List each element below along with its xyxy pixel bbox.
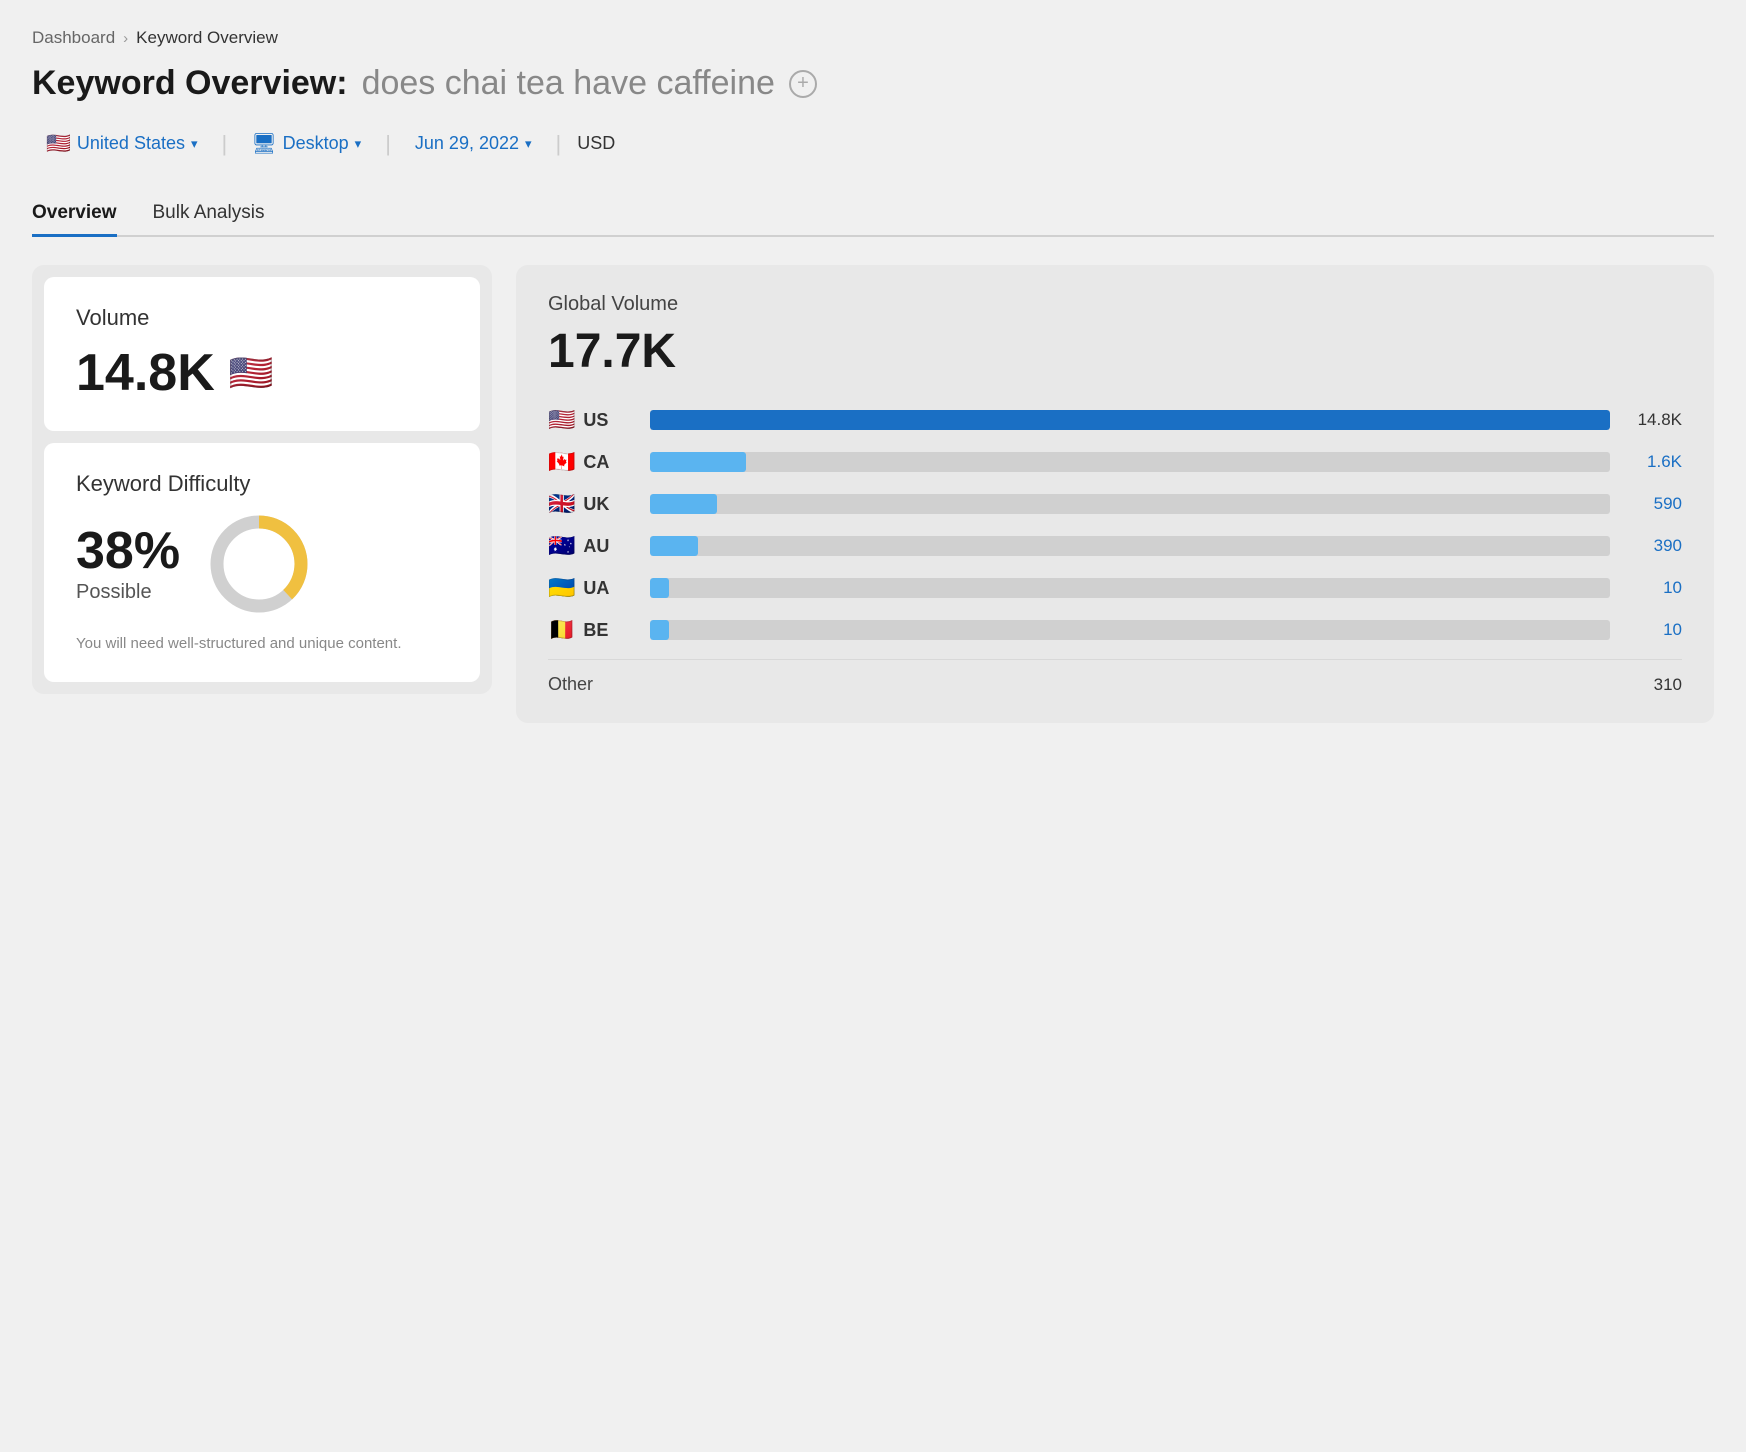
- page-title: Keyword Overview: does chai tea have caf…: [32, 64, 1714, 103]
- keyword-difficulty-card: Keyword Difficulty 38% Possible: [44, 443, 480, 682]
- bar-track-au: [650, 536, 1610, 556]
- breadcrumb-home[interactable]: Dashboard: [32, 28, 115, 48]
- tabs-bar: Overview Bulk Analysis: [32, 192, 1714, 237]
- country-cell-ca: 🇨🇦 CA: [548, 449, 638, 475]
- bar-value-be: 10: [1622, 620, 1682, 640]
- bar-row-us: 🇺🇸 US 14.8K: [548, 407, 1682, 433]
- country-filter-button[interactable]: 🇺🇸 United States ▾: [32, 123, 212, 164]
- main-content: Volume 14.8K 🇺🇸 Keyword Difficulty 38% P…: [32, 265, 1714, 723]
- left-column: Volume 14.8K 🇺🇸 Keyword Difficulty 38% P…: [32, 265, 492, 694]
- page-title-prefix: Keyword Overview:: [32, 64, 348, 103]
- code-ca: CA: [583, 452, 609, 473]
- kd-left: 38% Possible: [76, 525, 180, 604]
- date-filter-button[interactable]: Jun 29, 2022 ▾: [401, 125, 546, 162]
- bar-track-be: [650, 620, 1610, 640]
- other-label: Other: [548, 674, 638, 695]
- country-chevron: ▾: [191, 136, 198, 152]
- country-label: United States: [77, 133, 185, 154]
- global-volume-label: Global Volume: [548, 293, 1682, 316]
- device-chevron: ▾: [355, 136, 362, 152]
- volume-value-row: 14.8K 🇺🇸: [76, 343, 448, 403]
- bar-track-ca: [650, 452, 1610, 472]
- bar-track-ua: [650, 578, 1610, 598]
- bar-fill-ca: [650, 452, 746, 472]
- country-cell-ua: 🇺🇦 UA: [548, 575, 638, 601]
- flag-be: 🇧🇪: [548, 617, 575, 643]
- flag-uk: 🇬🇧: [548, 491, 575, 517]
- country-flag: 🇺🇸: [46, 131, 71, 156]
- bar-value-us: 14.8K: [1622, 410, 1682, 430]
- page-title-keyword: does chai tea have caffeine: [362, 64, 775, 103]
- volume-card: Volume 14.8K 🇺🇸: [44, 277, 480, 431]
- donut-svg: [204, 509, 314, 619]
- breadcrumb-current: Keyword Overview: [136, 28, 278, 48]
- add-keyword-icon[interactable]: +: [789, 70, 817, 98]
- code-uk: UK: [583, 494, 609, 515]
- flag-ca: 🇨🇦: [548, 449, 575, 475]
- flag-ua: 🇺🇦: [548, 575, 575, 601]
- bar-fill-be: [650, 620, 669, 640]
- country-bars: 🇺🇸 US 14.8K 🇨🇦 CA 1.6K: [548, 407, 1682, 695]
- flag-au: 🇦🇺: [548, 533, 575, 559]
- kd-label: Keyword Difficulty: [76, 471, 448, 497]
- kd-status: Possible: [76, 581, 180, 604]
- bar-fill-us: [650, 410, 1610, 430]
- filter-divider-3: |: [556, 131, 562, 157]
- bar-fill-ua: [650, 578, 669, 598]
- bar-value-au: 390: [1622, 536, 1682, 556]
- bar-row-au: 🇦🇺 AU 390: [548, 533, 1682, 559]
- bar-value-uk: 590: [1622, 494, 1682, 514]
- device-icon: 🖥: [251, 131, 276, 156]
- filter-divider-2: |: [385, 131, 391, 157]
- global-volume-value: 17.7K: [548, 324, 1682, 379]
- other-value: 310: [1622, 675, 1682, 695]
- code-ua: UA: [583, 578, 609, 599]
- bar-track-uk: [650, 494, 1610, 514]
- kd-percent: 38%: [76, 525, 180, 577]
- country-cell-uk: 🇬🇧 UK: [548, 491, 638, 517]
- kd-note: You will need well-structured and unique…: [76, 633, 448, 654]
- kd-donut-chart: [204, 509, 314, 619]
- device-filter-button[interactable]: 🖥 Desktop ▾: [237, 123, 375, 164]
- breadcrumb: Dashboard › Keyword Overview: [32, 28, 1714, 48]
- tab-overview[interactable]: Overview: [32, 192, 117, 237]
- other-row: Other 310: [548, 659, 1682, 695]
- bar-fill-au: [650, 536, 698, 556]
- bar-row-be: 🇧🇪 BE 10: [548, 617, 1682, 643]
- tab-bulk-analysis[interactable]: Bulk Analysis: [153, 192, 265, 237]
- country-cell-au: 🇦🇺 AU: [548, 533, 638, 559]
- bar-row-ua: 🇺🇦 UA 10: [548, 575, 1682, 601]
- code-us: US: [583, 410, 608, 431]
- filters-bar: 🇺🇸 United States ▾ | 🖥 Desktop ▾ | Jun 2…: [32, 123, 1714, 164]
- volume-label: Volume: [76, 305, 448, 331]
- currency-label: USD: [571, 125, 621, 162]
- device-label: Desktop: [283, 133, 349, 154]
- bar-value-ua: 10: [1622, 578, 1682, 598]
- volume-number: 14.8K: [76, 343, 215, 403]
- kd-row: 38% Possible: [76, 509, 448, 619]
- flag-us: 🇺🇸: [548, 407, 575, 433]
- bar-row-uk: 🇬🇧 UK 590: [548, 491, 1682, 517]
- country-cell-be: 🇧🇪 BE: [548, 617, 638, 643]
- volume-flag: 🇺🇸: [229, 352, 274, 394]
- code-be: BE: [583, 620, 608, 641]
- code-au: AU: [583, 536, 609, 557]
- date-label: Jun 29, 2022: [415, 133, 519, 154]
- bar-track-us: [650, 410, 1610, 430]
- country-cell-us: 🇺🇸 US: [548, 407, 638, 433]
- date-chevron: ▾: [525, 136, 532, 152]
- right-column: Global Volume 17.7K 🇺🇸 US 14.8K 🇨🇦 CA: [516, 265, 1714, 723]
- bar-fill-uk: [650, 494, 717, 514]
- bar-row-ca: 🇨🇦 CA 1.6K: [548, 449, 1682, 475]
- breadcrumb-separator: ›: [123, 30, 128, 47]
- bar-value-ca: 1.6K: [1622, 452, 1682, 472]
- filter-divider-1: |: [222, 131, 228, 157]
